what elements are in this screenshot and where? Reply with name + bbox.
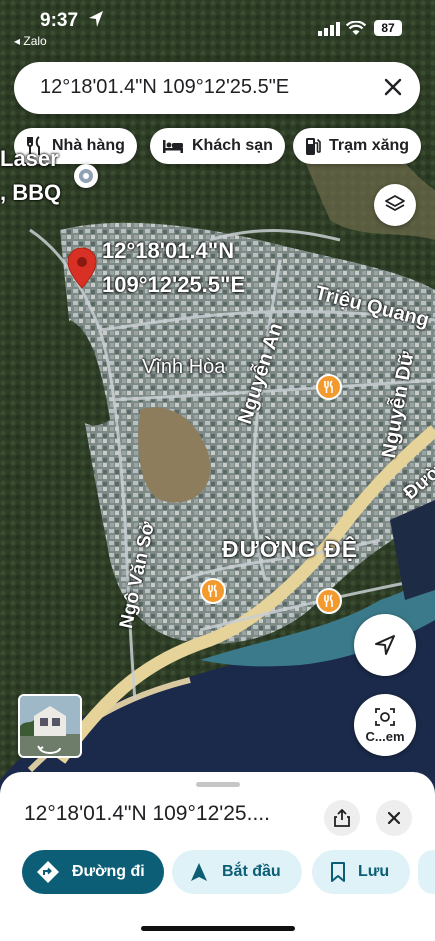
map-layers-button[interactable] [374, 184, 416, 226]
pin-coordinate-label: 12°18'01.4"N [102, 238, 235, 263]
share-icon [334, 809, 350, 827]
back-to-app-link[interactable]: ◂ Zalo [14, 34, 47, 48]
area-label: ĐƯỜNG ĐỆ [222, 536, 359, 562]
place-title: 12°18'01.4"N 109°12'25.... [24, 802, 270, 825]
cellular-signal-icon [318, 22, 340, 36]
chip-label: Trạm xăng [329, 137, 410, 154]
clock: 9:37 [40, 10, 79, 31]
location-arrow-icon [89, 11, 103, 27]
street-view-image [20, 696, 80, 756]
camera-search-label: C...em [365, 728, 405, 744]
restaurant-marker[interactable] [200, 578, 226, 604]
directions-label: Đường đi [72, 863, 145, 880]
directions-icon [37, 861, 59, 883]
chip-label: Khách sạn [192, 137, 273, 154]
poi-marker[interactable] [74, 164, 98, 188]
chip-gas-stations[interactable]: Trạm xăng [293, 128, 422, 164]
save-button[interactable]: Lưu [312, 850, 410, 894]
more-actions-button[interactable] [418, 850, 435, 894]
layers-icon [385, 195, 405, 211]
poi-label[interactable]: Laser [0, 146, 59, 172]
close-icon [387, 811, 401, 825]
gas-station-icon [306, 138, 321, 155]
drag-handle[interactable] [196, 782, 240, 787]
battery-icon: 87 [374, 20, 402, 36]
directions-button[interactable]: Đường đi [22, 850, 164, 894]
close-sheet-button[interactable] [376, 800, 412, 836]
camera-search-button[interactable]: C...em [354, 694, 416, 756]
poi-label[interactable]: , BBQ [0, 180, 61, 206]
area-label: Vĩnh Hòa [142, 356, 226, 378]
location-dot-icon [79, 169, 93, 183]
share-button[interactable] [324, 800, 360, 836]
start-button[interactable]: Bắt đầu [172, 850, 302, 894]
fork-knife-icon [208, 584, 217, 597]
start-label: Bắt đầu [222, 863, 281, 880]
navigation-arrow-icon [191, 863, 207, 881]
save-label: Lưu [358, 863, 390, 880]
place-bottom-sheet[interactable]: 12°18'01.4"N 109°12'25.... Đường đi Bắt … [0, 772, 435, 941]
dropped-pin-icon[interactable] [66, 246, 98, 290]
restaurant-marker[interactable] [316, 588, 342, 614]
wifi-icon [346, 21, 366, 35]
status-bar: 9:37 ◂ Zalo 87 [0, 0, 435, 52]
bookmark-icon [331, 862, 345, 882]
pin-coordinate-label: 109°12'25.5"E [102, 272, 246, 297]
chip-hotels[interactable]: Khách sạn [150, 128, 285, 164]
camera-lens-icon [375, 707, 395, 726]
search-query[interactable]: 12°18'01.4"N 109°12'25.5"E [40, 76, 289, 99]
hotel-icon [163, 140, 183, 153]
search-bar[interactable]: 12°18'01.4"N 109°12'25.5"E [14, 62, 420, 114]
my-location-button[interactable] [354, 614, 416, 676]
navigation-arrow-icon [375, 635, 395, 655]
fork-knife-icon [324, 594, 333, 607]
close-icon[interactable] [380, 74, 406, 100]
restaurant-marker[interactable] [316, 374, 342, 400]
street-view-thumbnail[interactable] [18, 694, 82, 758]
fork-knife-icon [324, 380, 333, 393]
chip-label: Nhà hàng [52, 137, 125, 154]
home-indicator [141, 926, 295, 931]
